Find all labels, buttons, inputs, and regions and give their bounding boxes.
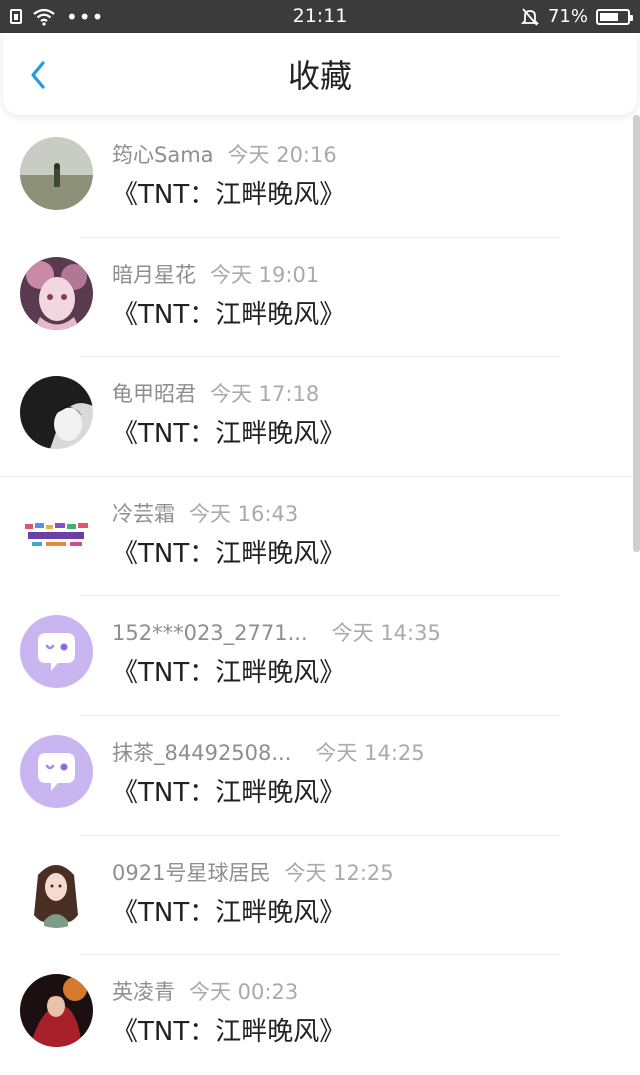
item-time: 今天 14:25 bbox=[315, 740, 425, 765]
avatar[interactable] bbox=[20, 137, 93, 210]
list-item[interactable]: 筠心Sama 今天 20:16 《TNT：江畔晚风》 bbox=[0, 118, 632, 238]
avatar[interactable] bbox=[20, 615, 93, 689]
item-meta: 筠心Sama 今天 20:16 bbox=[112, 139, 337, 169]
more-dots-icon: ••• bbox=[66, 4, 105, 29]
item-meta: 龟甲昭君 今天 17:18 bbox=[112, 378, 319, 408]
item-title[interactable]: 《TNT：江畔晚风》 bbox=[112, 413, 345, 450]
battery-icon bbox=[596, 8, 633, 25]
battery-percent: 71% bbox=[547, 6, 588, 27]
wifi-icon bbox=[33, 8, 55, 26]
item-title[interactable]: 《TNT：江畔晚风》 bbox=[112, 772, 345, 809]
user-name[interactable]: 抹茶_84492508... bbox=[112, 741, 291, 765]
item-time: 今天 14:35 bbox=[331, 621, 441, 646]
item-time: 今天 19:01 bbox=[210, 262, 320, 287]
header-bar: 收藏 bbox=[3, 33, 637, 115]
item-title[interactable]: 《TNT：江畔晚风》 bbox=[112, 892, 345, 929]
item-meta: 0921号星球居民 今天 12:25 bbox=[112, 857, 394, 887]
list-item[interactable]: 抹茶_84492508... 今天 14:25 《TNT：江畔晚风》 bbox=[0, 716, 632, 836]
list-item[interactable]: 152***023_2771... 今天 14:35 《TNT：江畔晚风》 bbox=[0, 596, 632, 716]
item-title[interactable]: 《TNT：江畔晚风》 bbox=[112, 294, 345, 331]
item-meta: 暗月星花 今天 19:01 bbox=[112, 259, 319, 289]
item-time: 今天 20:16 bbox=[227, 143, 337, 167]
item-time: 今天 16:43 bbox=[189, 501, 299, 526]
avatar[interactable] bbox=[20, 734, 93, 808]
item-meta: 冷芸霜 今天 16:43 bbox=[112, 498, 298, 528]
item-meta: 英凌青 今天 00:23 bbox=[112, 976, 298, 1006]
item-meta: 抹茶_84492508... 今天 14:25 bbox=[112, 737, 425, 767]
list-item[interactable]: 0921号星球居民 今天 12:25 《TNT：江畔晚风》 bbox=[0, 836, 632, 956]
page-title: 收藏 bbox=[287, 57, 352, 95]
item-title[interactable]: 《TNT：江畔晚风》 bbox=[112, 533, 345, 570]
status-bar: 21:11 ••• 71% bbox=[0, 0, 640, 33]
status-left-icons: ••• bbox=[10, 0, 104, 33]
silent-bell-icon bbox=[520, 7, 540, 26]
scrollbar[interactable] bbox=[633, 115, 640, 552]
list-item[interactable]: 龟甲昭君 今天 17:18 《TNT：江畔晚风》 bbox=[0, 357, 632, 477]
avatar-illustrated-girl-image bbox=[20, 854, 93, 928]
list-item[interactable]: 英凌青 今天 00:23 《TNT：江畔晚风》 bbox=[0, 955, 632, 1075]
list-item[interactable]: 暗月星花 今天 19:01 《TNT：江畔晚风》 bbox=[0, 238, 632, 358]
user-name[interactable]: 152***023_2771... bbox=[112, 621, 308, 645]
avatar[interactable] bbox=[20, 256, 93, 330]
avatar[interactable] bbox=[20, 495, 93, 569]
favorites-list: 筠心Sama 今天 20:16 《TNT：江畔晚风》 暗月星花 今天 19:01 《… bbox=[0, 118, 632, 1075]
avatar-dark-portrait-image bbox=[20, 376, 93, 450]
sim-icon bbox=[10, 9, 22, 24]
user-name[interactable]: 筠心Sama bbox=[112, 143, 214, 167]
avatar-anime-girl-image bbox=[20, 256, 93, 330]
user-name[interactable]: 暗月星花 bbox=[112, 263, 196, 287]
avatar[interactable] bbox=[20, 854, 93, 928]
user-name[interactable]: 龟甲昭君 bbox=[112, 382, 196, 406]
default-chat-avatar-icon bbox=[20, 734, 93, 808]
avatar[interactable] bbox=[20, 974, 93, 1048]
user-name[interactable]: 冷芸霜 bbox=[112, 502, 175, 526]
item-title[interactable]: 《TNT：江畔晚风》 bbox=[112, 174, 345, 211]
item-title[interactable]: 《TNT：江畔晚风》 bbox=[112, 652, 345, 689]
default-chat-avatar-icon bbox=[20, 615, 93, 689]
user-name[interactable]: 0921号星球居民 bbox=[112, 861, 270, 885]
item-title[interactable]: 《TNT：江畔晚风》 bbox=[112, 1011, 345, 1048]
list-item[interactable]: 冷芸霜 今天 16:43 《TNT：江畔晚风》 bbox=[0, 477, 632, 597]
user-name[interactable]: 英凌青 bbox=[112, 980, 175, 1004]
avatar-colorful-text-image bbox=[20, 495, 93, 569]
battery-fill bbox=[600, 12, 618, 21]
item-time: 今天 12:25 bbox=[284, 860, 394, 885]
avatar-red-figure-image bbox=[20, 974, 93, 1048]
item-time: 今天 17:18 bbox=[210, 382, 320, 407]
avatar-landscape-photo bbox=[20, 137, 93, 210]
item-time: 今天 00:23 bbox=[189, 980, 299, 1005]
avatar[interactable] bbox=[20, 376, 93, 450]
item-meta: 152***023_2771... 今天 14:35 bbox=[112, 617, 441, 647]
status-right-icons: 71% bbox=[520, 0, 633, 33]
